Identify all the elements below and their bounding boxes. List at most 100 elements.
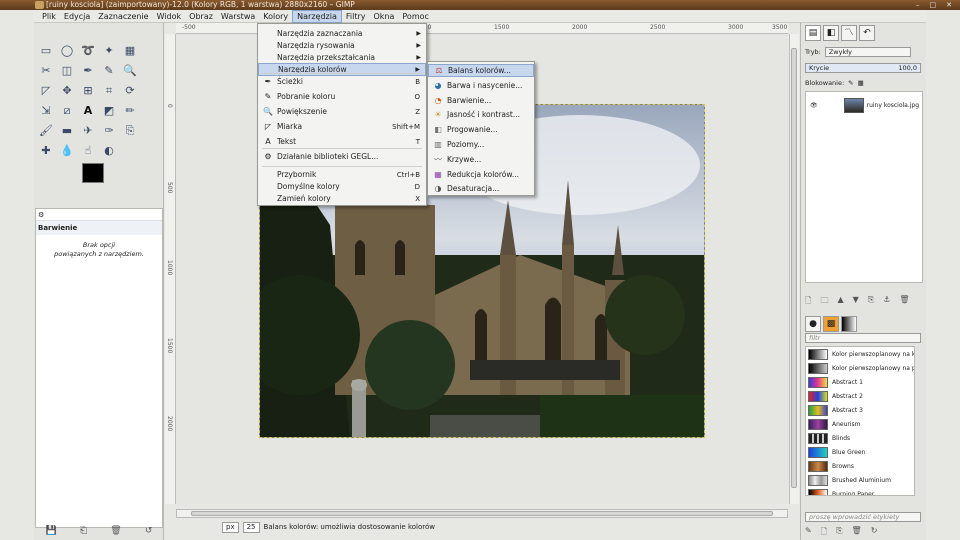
color-picker-icon[interactable]: ✎ [101, 63, 117, 79]
menu-item[interactable]: A Tekst T [258, 135, 426, 148]
airbrush-icon[interactable]: ✈ [80, 123, 96, 139]
menu-zaznaczenie[interactable]: Zaznaczenie [94, 10, 152, 23]
rect-select-icon[interactable]: ▭ [38, 43, 54, 59]
tag-input[interactable]: proszę wprowadzić etykiety [805, 512, 921, 522]
foreground-select-icon[interactable]: ◫ [59, 63, 75, 79]
submenu-item[interactable]: ▥ Poziomy... [428, 138, 534, 151]
gradient-item[interactable]: Abstract 2 [806, 389, 914, 403]
vertical-scroll-thumb[interactable] [791, 48, 797, 488]
gradient-item[interactable]: Blue Green [806, 445, 914, 459]
menu-kolory[interactable]: Kolory [259, 10, 292, 23]
paintbrush-icon[interactable]: 🖌 [38, 123, 54, 139]
mode-select[interactable]: Zwykły [824, 47, 911, 57]
horizontal-scrollbar[interactable] [176, 509, 788, 518]
channels-tab-icon[interactable]: ◧ [823, 25, 839, 41]
visibility-eye-icon[interactable]: 👁 [810, 102, 818, 109]
layer-row[interactable]: 👁 ruiny kosciola.jpg [806, 96, 922, 114]
opacity-slider[interactable]: Krycie 100,0 [805, 63, 921, 73]
gradient-item[interactable]: Kolor pierwszoplanowy na prze [806, 361, 914, 375]
move-icon[interactable]: ✥ [59, 83, 75, 99]
gradient-item[interactable]: Browns [806, 459, 914, 473]
gradient-item[interactable]: Brushed Aluminium [806, 473, 914, 487]
submenu-item[interactable]: ◕ Barwa i nasycenie... [428, 79, 534, 92]
delete-gradient-icon[interactable]: 🗑 [852, 526, 862, 540]
new-layer-icon[interactable]: 🗋 [805, 295, 811, 309]
reset-icon[interactable]: ↺ [145, 526, 153, 536]
menu-obraz[interactable]: Obraz [185, 10, 217, 23]
anchor-layer-icon[interactable]: ⚓ [883, 295, 890, 309]
tool-options-tab[interactable]: ⚙ [36, 209, 162, 221]
gradient-item[interactable]: Blinds [806, 431, 914, 445]
gradients-tab-icon[interactable] [841, 316, 857, 332]
menu-item[interactable]: ◸ Miarka Shift+M [258, 120, 426, 133]
heal-icon[interactable]: ✚ [38, 143, 54, 159]
edit-gradient-icon[interactable]: ✎ [805, 526, 812, 540]
bucket-fill-icon[interactable]: ◩ [101, 103, 117, 119]
duplicate-layer-icon[interactable]: ⎘ [868, 295, 874, 309]
submenu-item[interactable]: ◧ Progowanie... [428, 123, 534, 136]
refresh-gradients-icon[interactable]: ↻ [871, 526, 878, 540]
shear-icon[interactable]: ⧄ [59, 103, 75, 119]
vertical-scrollbar[interactable] [789, 34, 799, 504]
menu-edycja[interactable]: Edycja [60, 10, 94, 23]
close-icon[interactable]: ✕ [946, 0, 952, 10]
lock-pixels-icon[interactable]: ✎ [848, 79, 853, 87]
brushes-tab-icon[interactable]: ● [805, 316, 821, 332]
gradient-item[interactable]: Burning Paper [806, 487, 914, 495]
lock-alpha-icon[interactable]: ▦ [858, 79, 864, 87]
menu-item[interactable]: ⚙ Działanie biblioteki GEGL... [258, 150, 426, 163]
menu-okna[interactable]: Okna [369, 10, 398, 23]
dodge-burn-icon[interactable]: ◐ [101, 143, 117, 159]
submenu-item[interactable]: 〰 Krzywe... [428, 153, 534, 166]
submenu-item[interactable]: ⚖ Balans kolorów... [428, 64, 534, 77]
minimize-icon[interactable]: – [916, 0, 920, 10]
paths-icon[interactable]: ✒ [80, 63, 96, 79]
smudge-icon[interactable]: ☝ [80, 143, 96, 159]
text-icon[interactable]: A [80, 103, 96, 119]
zoom-select[interactable]: 25 [242, 521, 260, 533]
new-gradient-icon[interactable]: 🗋 [821, 526, 827, 540]
gradient-item[interactable]: Abstract 1 [806, 375, 914, 389]
menu-widok[interactable]: Widok [153, 10, 186, 23]
restore-preset-icon[interactable]: ⎗ [80, 526, 87, 536]
submenu-item[interactable]: ◑ Desaturacja... [428, 182, 534, 195]
raise-layer-icon[interactable]: ▲ [837, 295, 843, 309]
menu-warstwa[interactable]: Warstwa [217, 10, 259, 23]
submenu-item[interactable]: ▦ Redukcja kolorów... [428, 168, 534, 181]
rotate-icon[interactable]: ⟳ [122, 83, 138, 99]
layers-tab-icon[interactable]: ▤ [805, 25, 821, 41]
gradient-item[interactable]: Abstract 3 [806, 403, 914, 417]
menu-item[interactable]: ✎ Pobranie koloru O [258, 90, 426, 103]
undo-tab-icon[interactable]: ↶ [859, 25, 875, 41]
eraser-icon[interactable]: ▬ [59, 123, 75, 139]
menu-plik[interactable]: Plik [38, 10, 60, 23]
paths-tab-icon[interactable]: 〽 [841, 25, 857, 41]
pencil-icon[interactable]: ✏ [122, 103, 138, 119]
maximize-icon[interactable]: □ [930, 0, 937, 10]
new-group-icon[interactable]: 🗀 [820, 295, 828, 309]
unit-select[interactable]: px [222, 521, 239, 533]
menu-pomoc[interactable]: Pomoc [398, 10, 433, 23]
menu-item[interactable]: 🔍 Powiększenie Z [258, 105, 426, 118]
delete-layer-icon[interactable]: 🗑 [899, 295, 909, 309]
delete-preset-icon[interactable]: 🗑 [110, 526, 121, 536]
measure-icon[interactable]: ◸ [38, 83, 54, 99]
menu-item[interactable]: ✒ Ścieżki B [258, 75, 426, 88]
ellipse-select-icon[interactable]: ◯ [59, 43, 75, 59]
scissors-icon[interactable]: ✂ [38, 63, 54, 79]
gradient-filter-input[interactable]: filtr [805, 333, 921, 343]
color-select-icon[interactable]: ▦ [122, 43, 138, 59]
blur-icon[interactable]: 💧 [59, 143, 75, 159]
submenu-item[interactable]: ◔ Barwienie... [428, 94, 534, 107]
patterns-tab-icon[interactable]: ▩ [823, 316, 839, 332]
menu-item[interactable]: Zamień kolory X [258, 192, 426, 205]
menu-filtry[interactable]: Filtry [342, 10, 370, 23]
duplicate-gradient-icon[interactable]: ⎘ [836, 526, 842, 540]
menu-narzedzia[interactable]: Narzędzia [292, 9, 342, 23]
align-icon[interactable]: ⊞ [80, 83, 96, 99]
horizontal-scroll-thumb[interactable] [191, 511, 773, 516]
foreground-color-swatch[interactable] [82, 163, 104, 183]
scale-icon[interactable]: ⇲ [38, 103, 54, 119]
zoom-icon[interactable]: 🔍 [122, 63, 138, 79]
lower-layer-icon[interactable]: ▼ [853, 295, 859, 309]
